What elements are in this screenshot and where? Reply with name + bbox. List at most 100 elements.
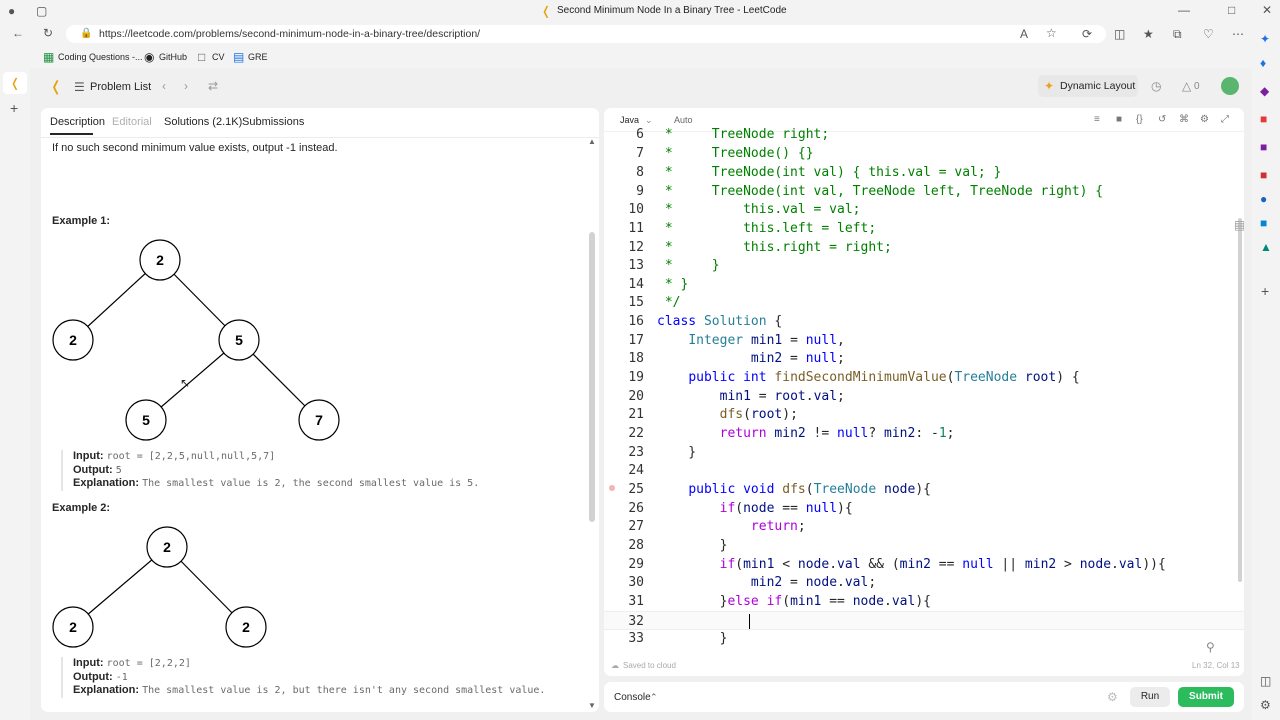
- breakpoint-marker[interactable]: [609, 485, 615, 491]
- code-text[interactable]: return;: [657, 517, 806, 536]
- code-text[interactable]: min2 = null;: [657, 349, 845, 368]
- code-line[interactable]: 11 * this.left = left;: [604, 219, 1244, 238]
- streak-flame-icon[interactable]: △: [1182, 79, 1191, 93]
- notifications-icon[interactable]: ♦: [1260, 56, 1266, 70]
- code-text[interactable]: }else if(min1 == node.val){: [657, 592, 931, 611]
- code-line[interactable]: 17 Integer min1 = null,: [604, 331, 1244, 350]
- scroll-up-icon[interactable]: ▲: [588, 135, 596, 149]
- tab-submissions[interactable]: Submissions: [242, 116, 304, 128]
- code-line[interactable]: 24: [604, 461, 1244, 480]
- bookmark-gre[interactable]: GRE: [248, 52, 268, 62]
- more-menu-icon[interactable]: ⋯: [1232, 27, 1244, 41]
- minimize-icon[interactable]: —: [1178, 3, 1190, 17]
- extensions-icon[interactable]: ⟳: [1082, 27, 1092, 41]
- code-line[interactable]: 13 * }: [604, 256, 1244, 275]
- back-icon[interactable]: ←: [12, 26, 24, 40]
- run-button[interactable]: Run: [1130, 687, 1170, 707]
- code-text[interactable]: * TreeNode(int val) { this.val = val; }: [657, 163, 1002, 182]
- code-text[interactable]: }: [657, 629, 728, 648]
- browser-essentials-icon[interactable]: ♡: [1203, 27, 1214, 41]
- code-text[interactable]: */: [657, 293, 681, 312]
- copilot-icon[interactable]: ✦: [1260, 32, 1270, 46]
- code-line[interactable]: 9 * TreeNode(int val, TreeNode left, Tre…: [604, 182, 1244, 201]
- code-text[interactable]: * }: [657, 256, 720, 275]
- avatar[interactable]: [1221, 77, 1239, 95]
- problem-list-link[interactable]: Problem List: [90, 81, 151, 93]
- code-line[interactable]: 12 * this.right = right;: [604, 238, 1244, 257]
- favorites-icon[interactable]: ★: [1143, 27, 1154, 41]
- code-line[interactable]: 27 return;: [604, 517, 1244, 536]
- bookmark-github[interactable]: GitHub: [159, 52, 187, 62]
- tab-solutions[interactable]: Solutions (2.1K): [164, 116, 242, 128]
- code-line[interactable]: 19 public int findSecondMinimumValue(Tre…: [604, 368, 1244, 387]
- code-text[interactable]: }: [657, 536, 728, 555]
- code-line[interactable]: 23 }: [604, 443, 1244, 462]
- code-text[interactable]: class Solution {: [657, 312, 782, 331]
- games-icon[interactable]: ■: [1260, 140, 1267, 154]
- refresh-icon[interactable]: ↻: [43, 26, 53, 40]
- maximize-icon[interactable]: □: [1228, 3, 1235, 17]
- sidebar-layout-icon[interactable]: ◫: [1260, 674, 1271, 688]
- code-line[interactable]: 29 if(min1 < node.val && (min2 == null |…: [604, 555, 1244, 574]
- code-line[interactable]: 21 dfs(root);: [604, 405, 1244, 424]
- code-line[interactable]: 8 * TreeNode(int val) { this.val = val; …: [604, 163, 1244, 182]
- workspaces-icon[interactable]: ▢: [36, 4, 47, 18]
- code-line[interactable]: 31 }else if(min1 == node.val){: [604, 592, 1244, 611]
- minimap-toggle-icon[interactable]: ▤: [1234, 218, 1244, 232]
- next-problem-icon[interactable]: ›: [184, 79, 188, 93]
- language-select[interactable]: Java: [620, 115, 639, 125]
- code-line[interactable]: 22 return min2 != null? min2: -1;: [604, 424, 1244, 443]
- code-line[interactable]: 15 */: [604, 293, 1244, 312]
- add-sidebar-app-icon[interactable]: +: [1261, 284, 1269, 298]
- timer-icon[interactable]: ◷: [1151, 79, 1161, 93]
- outlook-icon[interactable]: ●: [1260, 192, 1267, 206]
- tab-editorial[interactable]: Editorial: [112, 116, 152, 128]
- tab-title[interactable]: Second Minimum Node In a Binary Tree - L…: [557, 5, 787, 16]
- code-line[interactable]: 14 * }: [604, 275, 1244, 294]
- editor-scrollbar[interactable]: [1238, 218, 1242, 582]
- tools-icon[interactable]: ◆: [1260, 84, 1269, 98]
- bookmark-cv[interactable]: CV: [212, 52, 225, 62]
- code-line[interactable]: 28 }: [604, 536, 1244, 555]
- sidebar-settings-icon[interactable]: ⚙: [1260, 698, 1271, 712]
- code-line[interactable]: 10 * this.val = val;: [604, 200, 1244, 219]
- code-line[interactable]: 30 min2 = node.val;: [604, 573, 1244, 592]
- url-field[interactable]: 🔒 https://leetcode.com/problems/second-m…: [66, 25, 1106, 43]
- prev-problem-icon[interactable]: ‹: [162, 79, 166, 93]
- code-text[interactable]: * this.right = right;: [657, 238, 892, 257]
- code-line[interactable]: 16 class Solution {: [604, 312, 1244, 331]
- drop-icon[interactable]: ▲: [1260, 240, 1272, 254]
- leetcode-logo-icon[interactable]: ❬: [50, 79, 62, 93]
- code-text[interactable]: * TreeNode right;: [657, 125, 829, 144]
- scroll-down-icon[interactable]: ▼: [588, 699, 596, 712]
- profile-icon[interactable]: ●: [8, 4, 15, 18]
- split-screen-icon[interactable]: ◫: [1114, 27, 1125, 41]
- code-text[interactable]: * TreeNode() {}: [657, 144, 814, 163]
- code-text[interactable]: return min2 != null? min2: -1;: [657, 424, 955, 443]
- code-line[interactable]: 25 public void dfs(TreeNode node){: [604, 480, 1244, 499]
- favorite-star-icon[interactable]: ☆: [1046, 26, 1057, 40]
- tab-description[interactable]: Description: [50, 116, 105, 128]
- code-line-current[interactable]: 32: [604, 611, 1244, 630]
- code-text[interactable]: * TreeNode(int val, TreeNode left, TreeN…: [657, 182, 1103, 201]
- office-icon[interactable]: ■: [1260, 168, 1267, 182]
- bookmark-coding-questions[interactable]: Coding Questions -...: [58, 52, 143, 62]
- shopping-icon[interactable]: ■: [1260, 112, 1267, 126]
- new-tab-icon[interactable]: +: [10, 101, 18, 115]
- outlook-mail-icon[interactable]: ■: [1260, 216, 1267, 230]
- code-line[interactable]: 33 }: [604, 629, 1244, 648]
- submit-button[interactable]: Submit: [1178, 687, 1234, 707]
- close-window-icon[interactable]: ✕: [1262, 3, 1272, 17]
- code-line[interactable]: 6 * TreeNode right;: [604, 125, 1244, 144]
- code-text[interactable]: * }: [657, 275, 689, 294]
- chevron-up-icon[interactable]: ⌃: [650, 690, 658, 704]
- code-text[interactable]: if(node == null){: [657, 499, 853, 518]
- chat-feedback-icon[interactable]: ⚲: [1206, 640, 1215, 654]
- debug-icon[interactable]: ⚙: [1107, 690, 1118, 704]
- code-text[interactable]: public int findSecondMinimumValue(TreeNo…: [657, 368, 1079, 387]
- code-text[interactable]: * this.left = left;: [657, 219, 876, 238]
- code-text[interactable]: }: [657, 443, 696, 462]
- shuffle-icon[interactable]: ⇄: [208, 79, 218, 93]
- console-toggle[interactable]: Console: [614, 692, 651, 703]
- url-text[interactable]: https://leetcode.com/problems/second-min…: [99, 28, 480, 40]
